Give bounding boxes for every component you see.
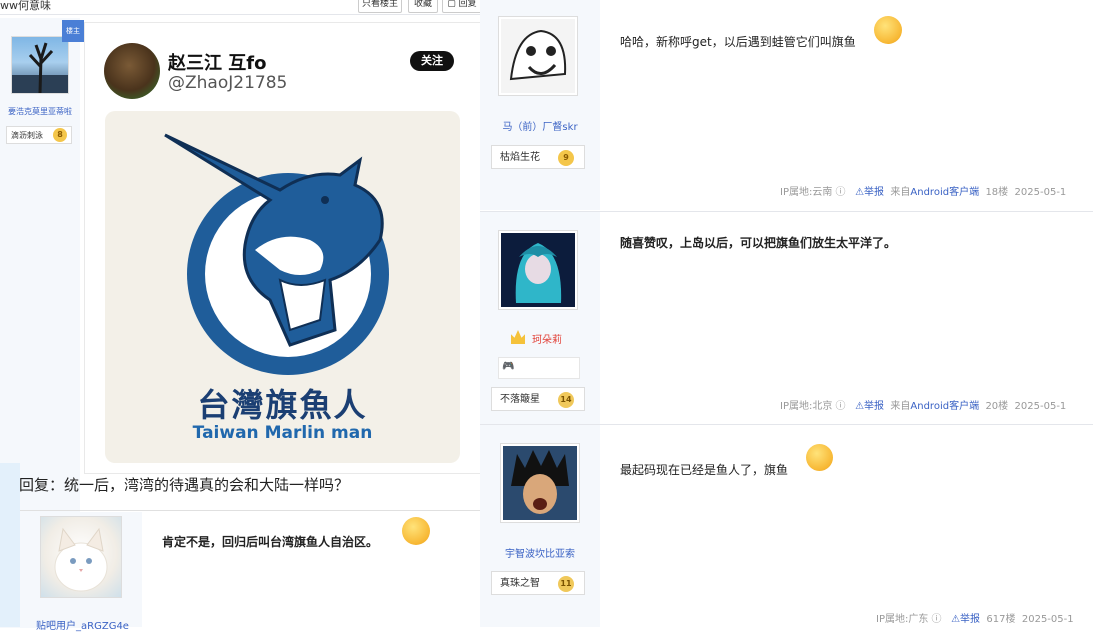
cat-icon (54, 527, 108, 592)
tweet-avatar (104, 43, 160, 99)
follow-button[interactable]: 关注 (410, 51, 454, 71)
report-link[interactable]: ⚠举报 (855, 187, 884, 198)
avatar[interactable] (498, 230, 578, 310)
comment-icon: ▢ (447, 0, 459, 9)
badge-label: 枯焰生花 (500, 152, 540, 163)
post-date: 2025-05-1 (1014, 187, 1067, 198)
avatar[interactable] (40, 516, 122, 598)
report-label: 举报 (960, 614, 981, 625)
level-badge: 8 (53, 128, 67, 142)
op-corner-tag: 楼主 (62, 20, 84, 42)
favorite-button[interactable]: 收藏 (408, 0, 438, 13)
thread-title: ww何意味 (0, 0, 51, 12)
reply-indent-bar (0, 463, 20, 627)
ip-location: IP属地:广东 (876, 614, 929, 625)
post-meta: IP属地:广东 ⓘ ⚠举报 617楼 2025-05-1 (876, 610, 1074, 625)
fan-badge: 真珠之智 11 (491, 571, 585, 595)
post-meta: IP属地:云南 ⓘ ⚠举报 来自Android客户端 18楼 2025-05-1 (780, 183, 1066, 198)
level-badge: 11 (558, 576, 574, 592)
medal-strip: 🎮 (498, 357, 580, 379)
client-link[interactable]: Android客户端 (910, 187, 979, 198)
badge-label: 滴沥刺泳 (11, 131, 43, 140)
username-link[interactable]: 宇智波坎比亚索 (480, 545, 600, 560)
divider (20, 510, 480, 511)
post-content: 哈哈，新称呼get，以后遇到蛙管它们叫旗鱼 (620, 35, 856, 49)
ip-location: IP属地:北京 (780, 401, 833, 412)
post-content: 肯定不是，回归后叫台湾旗鱼人自治区。 (162, 535, 379, 549)
floor-number: 617楼 (986, 614, 1016, 625)
report-label: 举报 (864, 187, 885, 198)
fan-badge: 不落簸星 14 (491, 387, 585, 411)
report-label: 举报 (864, 401, 885, 412)
client-link[interactable]: Android客户端 (910, 401, 979, 412)
spiky-hair-man-icon (503, 446, 577, 520)
username-link[interactable]: 贴吧用户_aRGZG4e (25, 617, 140, 632)
post-content: 随喜赞叹，上岛以后，可以把旗鱼们放生太平洋了。 (620, 236, 897, 250)
username-link[interactable]: 珂朵莉 (532, 331, 562, 346)
level-badge: 14 (558, 392, 574, 408)
post-date: 2025-05-1 (1021, 614, 1074, 625)
report-link[interactable]: ⚠举报 (951, 614, 980, 625)
avatar[interactable] (500, 443, 580, 523)
info-icon: ⓘ (928, 614, 952, 625)
info-icon: ⓘ (832, 401, 856, 412)
report-link[interactable]: ⚠举报 (855, 401, 884, 412)
gamepad-icon: 🎮 (502, 361, 515, 372)
tree-silhouette-icon (12, 42, 68, 94)
floor-number: 20楼 (985, 401, 1009, 412)
warning-icon: ⚠ (855, 401, 865, 412)
only-op-button[interactable]: 只看楼主 (358, 0, 402, 13)
tweet-display-name: 赵三江 互fo (168, 53, 267, 74)
anime-girl-icon (501, 233, 575, 307)
info-icon: ⓘ (832, 187, 856, 198)
logo-title-cn: 台灣旗魚人 (197, 386, 368, 424)
emoji-icon (402, 517, 430, 545)
logo-title-en: Taiwan Marlin man (192, 423, 373, 443)
reply-button-label: 回复 (458, 0, 477, 9)
warning-icon: ⚠ (855, 187, 865, 198)
avatar[interactable] (498, 16, 578, 96)
ip-location: IP属地:云南 (780, 187, 833, 198)
floor-number: 18楼 (985, 187, 1009, 198)
emoji-icon (806, 444, 833, 471)
badge-label: 不落簸星 (500, 394, 540, 405)
emoji-icon (874, 16, 902, 44)
username-link[interactable]: 要浩克莫里亚蒂啦 (4, 106, 76, 117)
manga-face-icon (501, 19, 575, 93)
marlin-icon (164, 133, 384, 347)
client-prefix: 来自 (890, 187, 911, 198)
post-content: 最起码现在已经是鱼人了，旗鱼 (620, 463, 789, 477)
reply-button[interactable]: ▢ 回复 (442, 0, 482, 13)
warning-icon: ⚠ (951, 614, 961, 625)
fan-badge: 滴沥刺泳 8 (6, 126, 72, 144)
avatar[interactable] (11, 36, 69, 94)
badge-label: 真珠之智 (500, 578, 540, 589)
post-meta: IP属地:北京 ⓘ ⚠举报 来自Android客户端 20楼 2025-05-1 (780, 397, 1066, 412)
client-prefix: 来自 (890, 401, 911, 412)
tweet-handle: @ZhaoJ21785 (168, 73, 288, 93)
level-badge: 9 (558, 150, 574, 166)
fan-badge: 枯焰生花 9 (491, 145, 585, 169)
username-link[interactable]: 马（前）厂督skr (480, 118, 600, 133)
post-date: 2025-05-1 (1014, 401, 1067, 412)
reply-quote-text: 回复：统一后，湾湾的待遇真的会和大陆一样吗？ (19, 476, 350, 494)
